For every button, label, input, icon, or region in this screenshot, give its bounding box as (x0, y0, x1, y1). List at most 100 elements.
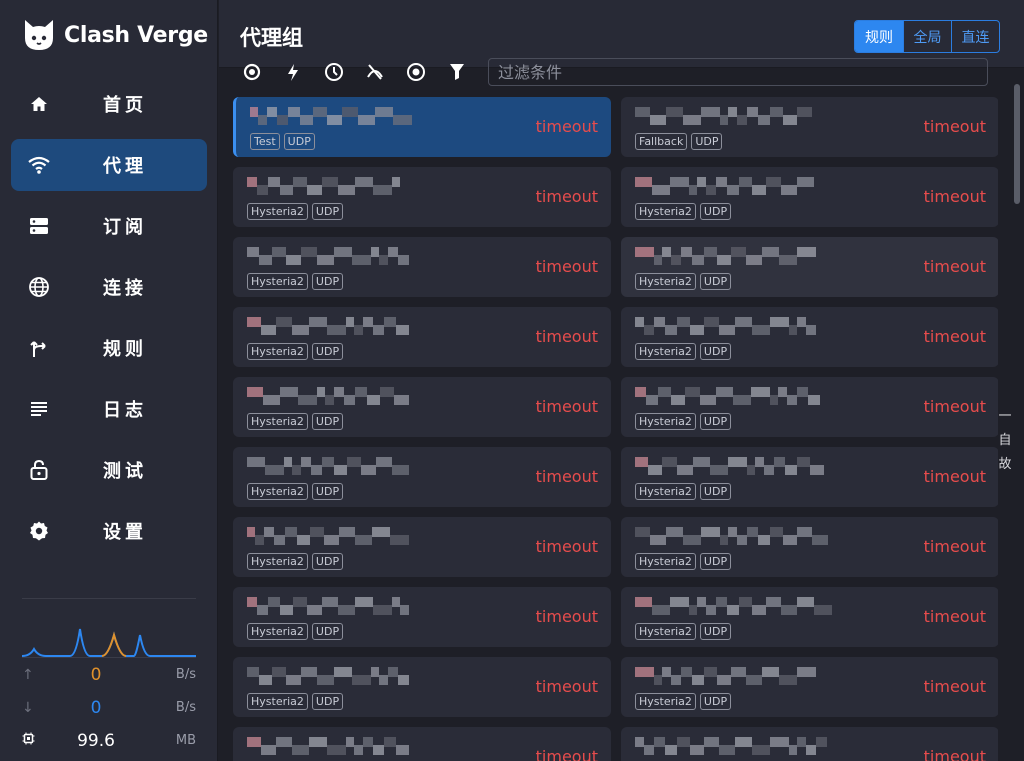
proxy-delay[interactable]: timeout (536, 677, 598, 696)
sidebar-nav: 首页 代理 订阅 连接 规则 日志 测试 设置 (11, 78, 207, 566)
sidebar-item-0[interactable]: 首页 (11, 78, 207, 130)
proxy-card[interactable]: timeout (233, 727, 611, 761)
proxy-tag: UDP (311, 623, 344, 640)
sidebar: Clash Verge 首页 代理 订阅 连接 规则 日志 测试 设置 ↑ 0 … (0, 0, 218, 761)
sidebar-item-label: 代理 (103, 156, 147, 177)
proxy-delay[interactable]: timeout (924, 537, 986, 556)
mode-button-0[interactable]: 规则 (855, 21, 903, 52)
download-unit: B/s (175, 700, 196, 715)
proxy-card[interactable]: Hysteria2 UDP timeout (621, 237, 998, 297)
proxy-tags: Hysteria2 UDP (635, 693, 735, 710)
proxy-card[interactable]: Hysteria2 UDP timeout (233, 307, 611, 367)
proxy-tags: Hysteria2 UDP (247, 693, 347, 710)
proxy-tags: Hysteria2 UDP (635, 203, 735, 220)
proxy-tags: Hysteria2 UDP (635, 413, 735, 430)
proxy-tag: Hysteria2 (635, 203, 696, 220)
proxy-name-censored (247, 593, 427, 615)
proxy-delay[interactable]: timeout (924, 397, 986, 416)
app-name: Clash Verge (64, 22, 208, 48)
sidebar-item-3[interactable]: 连接 (11, 261, 207, 313)
proxy-tag: Hysteria2 (247, 343, 308, 360)
side-hint-char: 一 (998, 409, 1012, 424)
proxy-tag: Hysteria2 (635, 553, 696, 570)
sidebar-item-2[interactable]: 订阅 (11, 200, 207, 252)
wifi-icon (28, 154, 50, 176)
globe-icon (28, 276, 50, 298)
proxy-name-censored (247, 243, 427, 265)
proxy-grid: Test UDP timeout Fallback UDP timeout Hysteria… (233, 97, 998, 761)
proxy-delay[interactable]: timeout (924, 187, 986, 206)
url-icon[interactable] (363, 60, 387, 84)
proxy-delay[interactable]: timeout (924, 467, 986, 486)
sidebar-item-label: 首页 (103, 95, 147, 116)
proxy-name-censored (247, 173, 427, 195)
proxy-card[interactable]: Hysteria2 UDP timeout (621, 517, 998, 577)
proxy-delay[interactable]: timeout (536, 397, 598, 416)
proxy-card[interactable]: Hysteria2 UDP timeout (233, 657, 611, 717)
proxy-card[interactable]: Hysteria2 UDP timeout (621, 587, 998, 647)
proxy-tags: Hysteria2 UDP (247, 273, 347, 290)
sidebar-item-6[interactable]: 测试 (11, 444, 207, 496)
sidebar-item-5[interactable]: 日志 (11, 383, 207, 435)
proxy-name-censored (635, 523, 828, 545)
filter-input[interactable] (488, 58, 988, 86)
arrow-up-icon: ↑ (22, 666, 34, 683)
proxy-tag: Fallback (635, 133, 688, 150)
proxy-name-censored (247, 313, 427, 335)
proxy-name-censored (635, 593, 832, 615)
speed-test-icon[interactable] (281, 60, 305, 84)
proxy-name-censored (635, 663, 816, 685)
proxy-tag: Hysteria2 (635, 343, 696, 360)
proxy-delay[interactable]: timeout (924, 327, 986, 346)
proxy-card[interactable]: Hysteria2 UDP timeout (621, 307, 998, 367)
mode-button-1[interactable]: 全局 (903, 21, 951, 52)
proxy-name-censored (635, 383, 820, 405)
app-logo: Clash Verge (22, 18, 208, 52)
proxy-name-censored (635, 173, 815, 195)
sidebar-item-4[interactable]: 规则 (11, 322, 207, 374)
mode-button-2[interactable]: 直连 (951, 21, 999, 52)
proxy-card[interactable]: Hysteria2 UDP timeout (233, 587, 611, 647)
visibility-icon[interactable] (404, 60, 428, 84)
proxy-name-censored (247, 523, 427, 545)
proxy-card[interactable]: Hysteria2 UDP timeout (233, 447, 611, 507)
proxy-card[interactable]: Fallback UDP timeout (621, 97, 998, 157)
proxy-card[interactable]: Hysteria2 UDP timeout (621, 447, 998, 507)
proxy-tag: UDP (311, 343, 344, 360)
sidebar-item-7[interactable]: 设置 (11, 505, 207, 557)
sort-icon[interactable] (322, 60, 346, 84)
sidebar-item-label: 测试 (103, 461, 147, 482)
proxy-card[interactable]: Hysteria2 UDP timeout (233, 517, 611, 577)
proxy-delay[interactable]: timeout (536, 467, 598, 486)
upload-line (101, 631, 127, 657)
proxy-delay[interactable]: timeout (924, 747, 986, 761)
proxy-card[interactable]: Hysteria2 UDP timeout (621, 167, 998, 227)
proxy-card[interactable]: Hysteria2 UDP timeout (233, 377, 611, 437)
proxy-delay[interactable]: timeout (536, 537, 598, 556)
locate-icon[interactable] (240, 60, 264, 84)
filter-icon[interactable] (445, 60, 469, 84)
sidebar-item-1[interactable]: 代理 (11, 139, 207, 191)
proxy-delay[interactable]: timeout (924, 257, 986, 276)
proxy-delay[interactable]: timeout (536, 257, 598, 276)
proxy-card[interactable]: Test UDP timeout (233, 97, 611, 157)
proxy-card[interactable]: Hysteria2 UDP timeout (233, 237, 611, 297)
proxy-delay[interactable]: timeout (536, 117, 598, 136)
proxy-delay[interactable]: timeout (924, 117, 986, 136)
proxy-delay[interactable]: timeout (536, 747, 598, 761)
upload-stat: ↑ 0 B/s (22, 658, 196, 691)
scrollbar-thumb[interactable] (1014, 84, 1020, 204)
proxy-card[interactable]: Hysteria2 UDP timeout (621, 657, 998, 717)
proxy-tag: UDP (699, 623, 732, 640)
proxy-delay[interactable]: timeout (924, 677, 986, 696)
proxy-delay[interactable]: timeout (924, 607, 986, 626)
proxy-tag: Hysteria2 (247, 413, 308, 430)
lock-icon (28, 459, 50, 481)
proxy-card[interactable]: timeout (621, 727, 998, 761)
proxy-card[interactable]: Hysteria2 UDP timeout (233, 167, 611, 227)
proxy-delay[interactable]: timeout (536, 607, 598, 626)
proxy-card[interactable]: Hysteria2 UDP timeout (621, 377, 998, 437)
proxy-delay[interactable]: timeout (536, 187, 598, 206)
proxy-delay[interactable]: timeout (536, 327, 598, 346)
proxy-name-censored (247, 733, 427, 755)
